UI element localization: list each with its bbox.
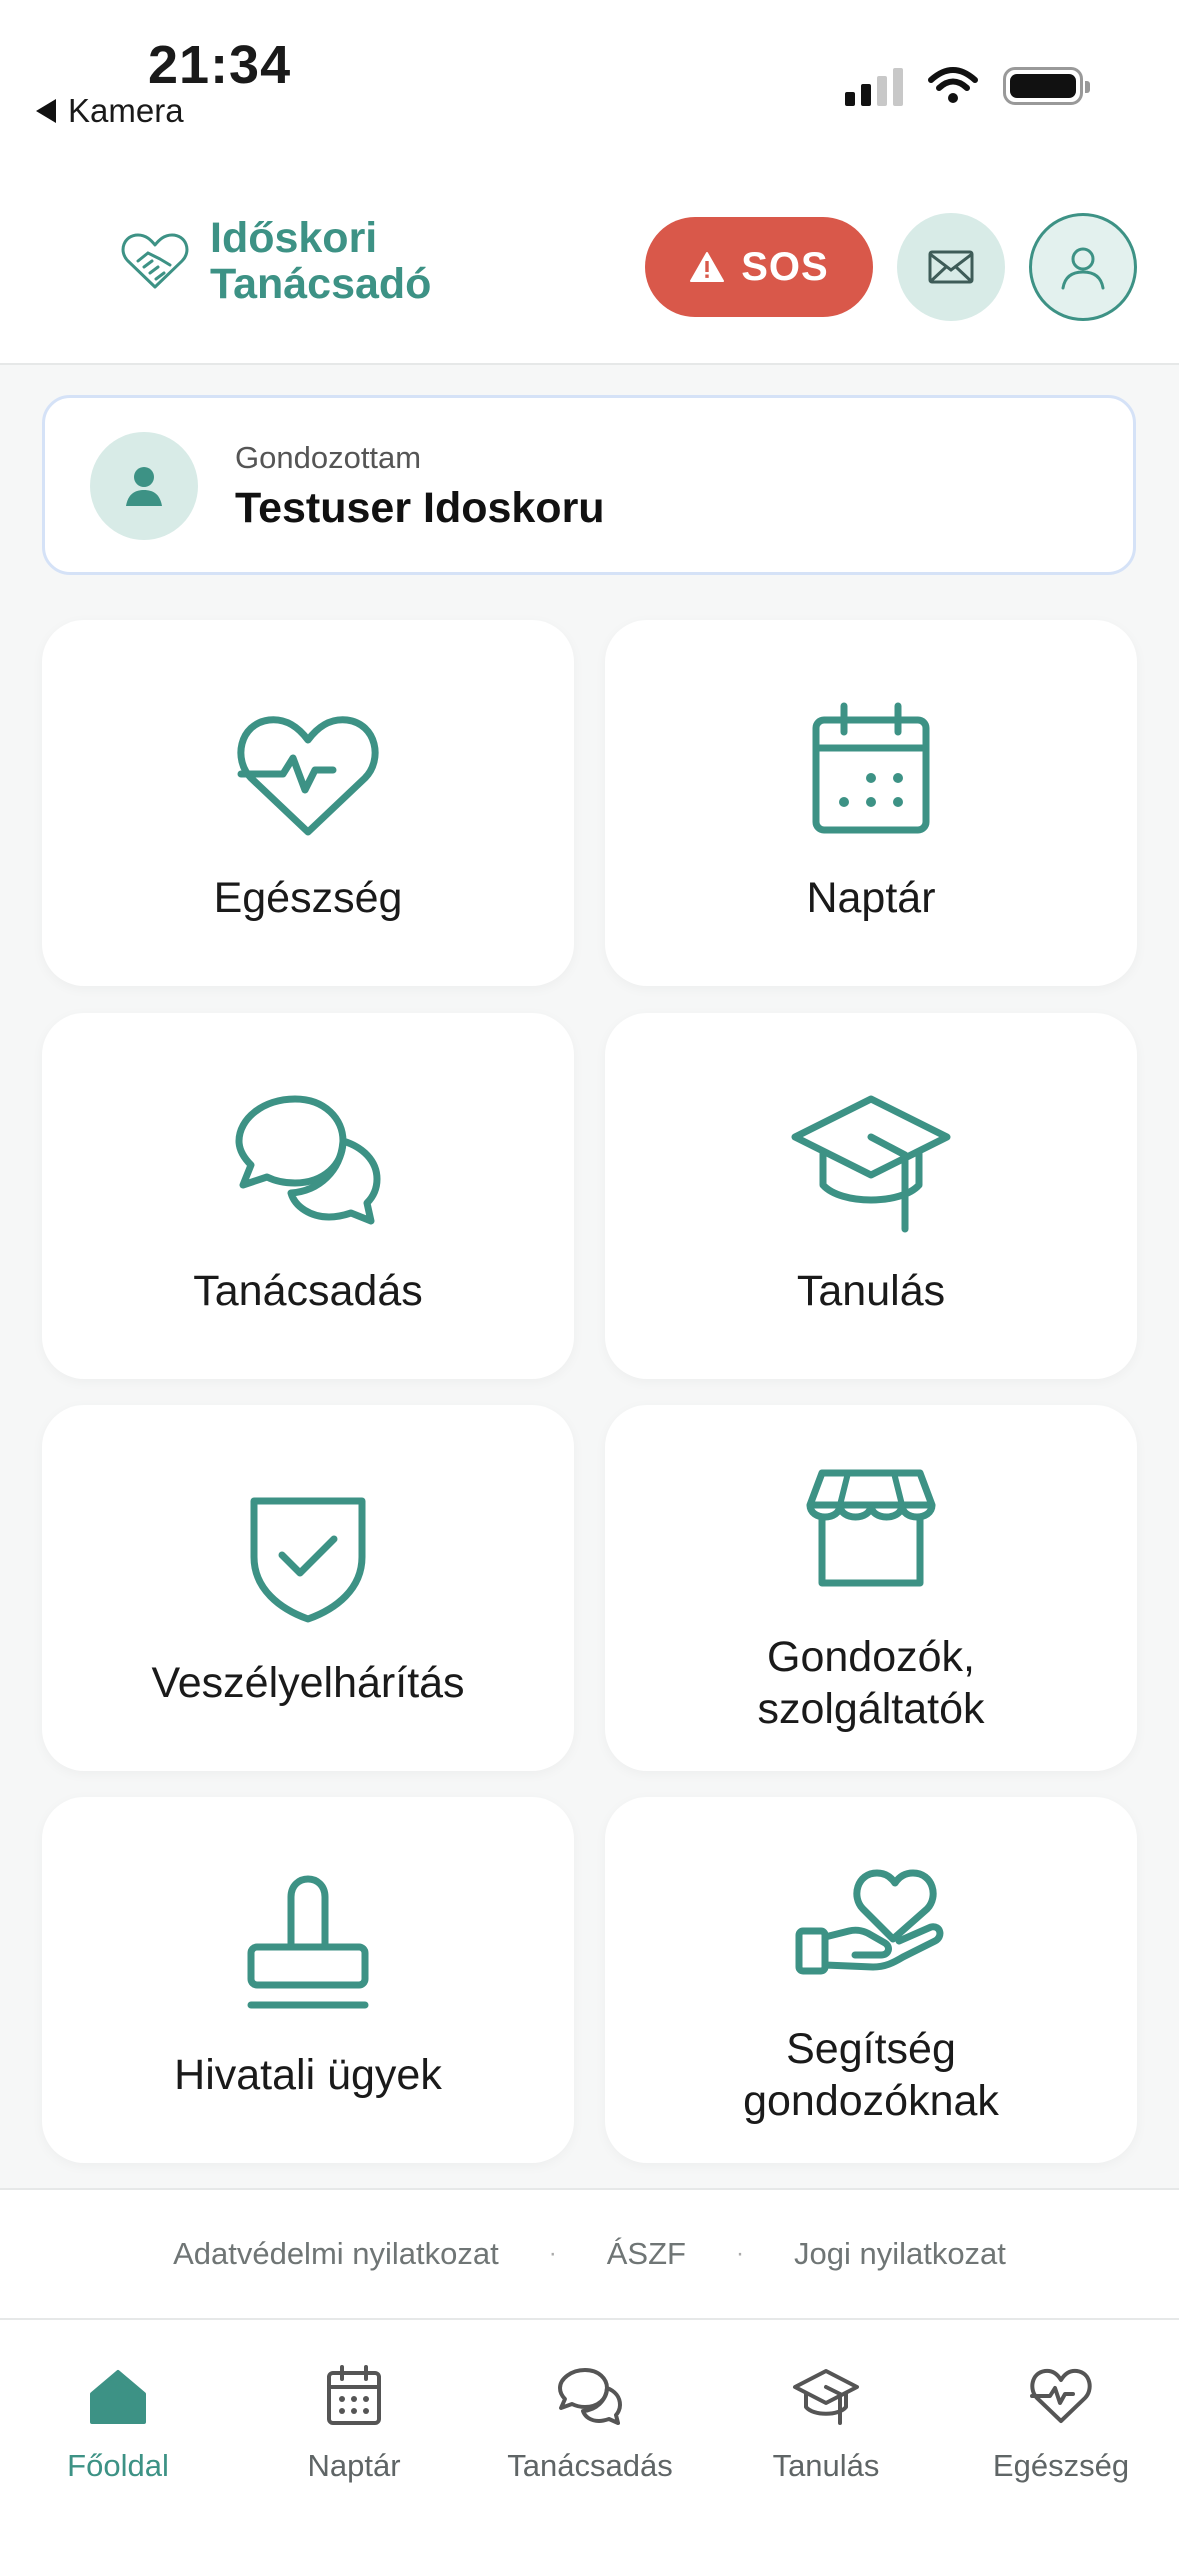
messages-button[interactable] xyxy=(897,213,1005,321)
warning-icon xyxy=(690,252,725,282)
sos-label: SOS xyxy=(741,244,829,289)
tile-safety-label: Veszélyelhárítás xyxy=(151,1659,465,1707)
chat-bubbles-icon xyxy=(558,2368,622,2425)
graduation-cap-icon xyxy=(791,1095,951,1233)
back-to-app-button[interactable]: Kamera xyxy=(36,92,184,130)
tab-health[interactable]: Egészség xyxy=(943,2356,1179,2484)
tile-caregiver-help-label-line1: Segítség xyxy=(786,2025,956,2073)
back-triangle-icon xyxy=(36,99,56,123)
status-bar: 21:34 Kamera xyxy=(0,0,1179,175)
tile-caregiver-help-label-line2: gondozóknak xyxy=(743,2077,999,2125)
handshake-heart-icon xyxy=(121,233,189,289)
status-time: 21:34 xyxy=(148,35,292,95)
legal-link[interactable]: Jogi nyilatkozat xyxy=(794,2236,1006,2272)
patient-name: Testuser Idoskoru xyxy=(235,484,605,532)
logo-line2: Tanácsadó xyxy=(210,260,432,308)
tile-caregiver-help[interactable]: Segítség gondozóknak xyxy=(605,1797,1137,2163)
tile-calendar-label: Naptár xyxy=(806,874,936,922)
back-label: Kamera xyxy=(68,92,184,129)
tile-official-matters[interactable]: Hivatali ügyek xyxy=(42,1797,574,2163)
tab-health-label: Egészség xyxy=(992,2448,1130,2483)
tile-providers-label-line1: Gondozók, xyxy=(767,1633,975,1681)
tile-health[interactable]: Egészség xyxy=(42,620,574,986)
heart-pulse-icon xyxy=(1030,2368,1092,2423)
store-icon xyxy=(806,1469,936,1587)
patient-avatar xyxy=(90,432,198,540)
tab-counseling[interactable]: Tanácsadás xyxy=(472,2356,708,2484)
graduation-cap-icon xyxy=(793,2369,859,2425)
tile-counseling-label: Tanácsadás xyxy=(193,1267,423,1315)
home-icon xyxy=(90,2370,146,2424)
tile-providers-label: Gondozók, szolgáltatók xyxy=(605,1631,1137,1735)
tile-health-label: Egészség xyxy=(213,874,403,922)
hand-heart-icon xyxy=(795,1869,944,1975)
app-logo[interactable]: Időskori Tanácsadó xyxy=(120,215,431,307)
tab-learning[interactable]: Tanulás xyxy=(708,2356,944,2484)
tile-providers[interactable]: Gondozók, szolgáltatók xyxy=(605,1405,1137,1771)
tile-learning[interactable]: Tanulás xyxy=(605,1013,1137,1379)
tile-providers-label-line2: szolgáltatók xyxy=(757,1685,985,1733)
privacy-link[interactable]: Adatvédelmi nyilatkozat xyxy=(173,2236,499,2272)
bottom-tab-bar: Főoldal Naptár Tanácsadás Tanulás Egészs… xyxy=(0,2318,1179,2556)
tile-calendar[interactable]: Naptár xyxy=(605,620,1137,986)
patient-card[interactable]: Gondozottam Testuser Idoskoru xyxy=(42,395,1136,575)
stamp-icon xyxy=(247,1875,369,2009)
heart-pulse-icon xyxy=(237,716,379,836)
app-header: Időskori Tanácsadó SOS xyxy=(0,175,1179,365)
person-icon xyxy=(126,467,162,506)
tile-official-matters-label: Hivatali ügyek xyxy=(174,2051,442,2099)
separator-dot: · xyxy=(548,2240,557,2267)
tile-caregiver-help-label: Segítség gondozóknak xyxy=(605,2023,1137,2127)
tab-calendar-label: Naptár xyxy=(307,2448,401,2483)
calendar-icon xyxy=(327,2365,381,2425)
tab-home-label: Főoldal xyxy=(67,2448,169,2483)
chat-bubbles-icon xyxy=(235,1095,381,1225)
separator-dot: · xyxy=(735,2240,744,2267)
sos-button[interactable]: SOS xyxy=(645,217,873,317)
shield-check-icon xyxy=(250,1497,366,1623)
user-icon xyxy=(1061,247,1105,290)
tab-learning-label: Tanulás xyxy=(772,2448,880,2483)
terms-link[interactable]: ÁSZF xyxy=(607,2236,686,2272)
cellular-signal-icon xyxy=(845,66,903,106)
calendar-icon xyxy=(812,702,930,834)
battery-icon xyxy=(1003,67,1090,105)
profile-button[interactable] xyxy=(1029,213,1137,321)
tile-safety[interactable]: Veszélyelhárítás xyxy=(42,1405,574,1771)
patient-label: Gondozottam xyxy=(235,440,422,475)
footer-links: Adatvédelmi nyilatkozat · ÁSZF · Jogi ny… xyxy=(0,2188,1179,2318)
envelope-icon xyxy=(928,250,974,284)
wifi-icon xyxy=(928,67,978,103)
tile-learning-label: Tanulás xyxy=(796,1267,946,1315)
tile-counseling[interactable]: Tanácsadás xyxy=(42,1013,574,1379)
tab-calendar[interactable]: Naptár xyxy=(236,2356,472,2484)
tab-home[interactable]: Főoldal xyxy=(0,2356,236,2484)
system-icons xyxy=(845,66,1090,106)
tab-counseling-label: Tanácsadás xyxy=(507,2448,673,2483)
logo-line1: Időskori xyxy=(210,214,378,262)
